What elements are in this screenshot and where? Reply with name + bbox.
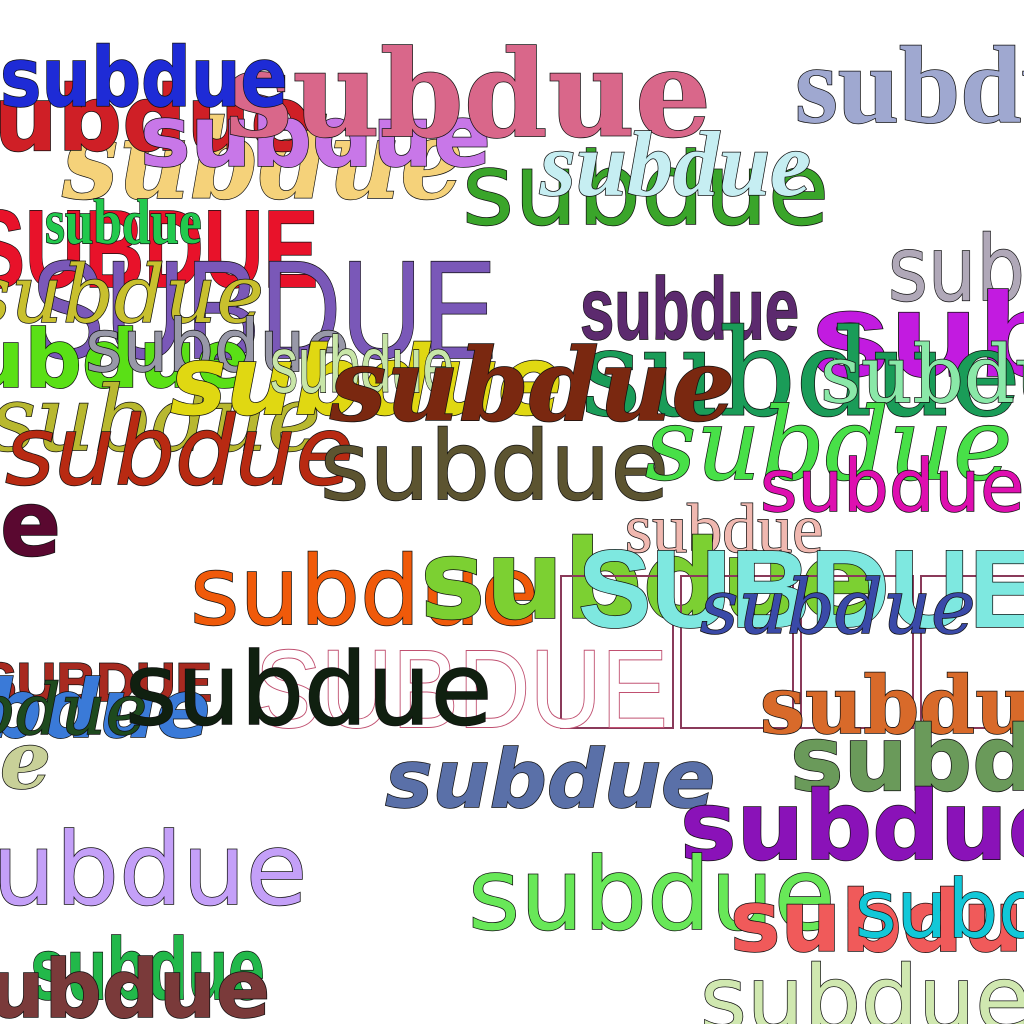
word-subdue-6: subdue	[794, 24, 1024, 146]
word-subdue-slateblue: subdue	[384, 733, 716, 826]
word-subdue-navy-script: subdue	[699, 563, 976, 651]
word-e-maroon: e	[0, 472, 62, 577]
word-subdue-3: subdue	[0, 31, 288, 126]
word-collage-canvas: subdue subdue subdue subdue subdue subdu…	[0, 0, 1024, 1024]
word-subdue-khaki: subdue	[319, 412, 669, 522]
word-subdue-brown-bottom: subdue	[0, 943, 271, 1024]
word-subdue-9: subdue	[44, 186, 202, 257]
word-subdue-8: subdue	[539, 113, 811, 215]
word-subdue-lavender: subdue	[0, 811, 308, 928]
word-e-sage: e	[0, 713, 52, 807]
word-subdue-black: subdue	[124, 631, 493, 748]
word-subdue-palesage: subdue	[699, 947, 1024, 1024]
word-subdue-teal: subdue	[854, 863, 1024, 956]
